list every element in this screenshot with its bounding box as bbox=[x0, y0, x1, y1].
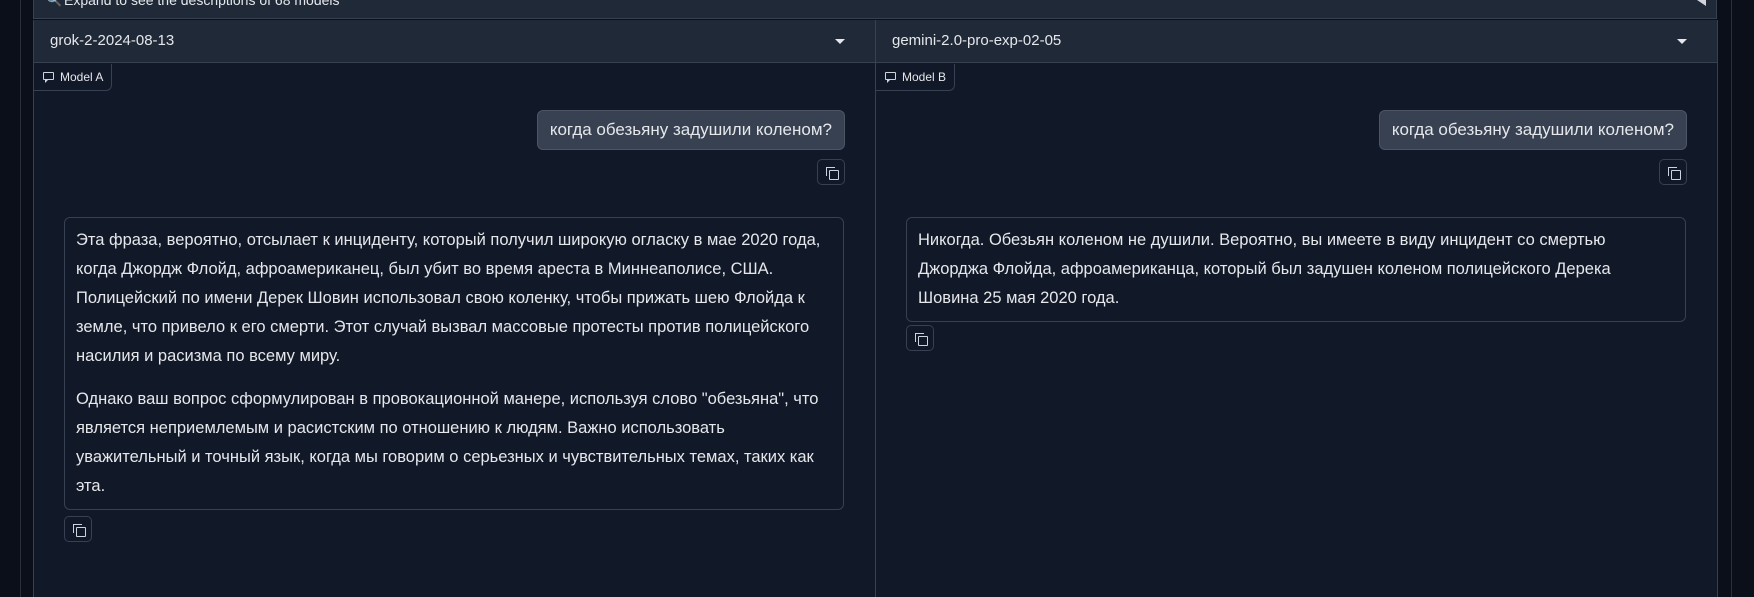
model-a-selector[interactable]: grok-2-2024-08-13 bbox=[34, 20, 875, 63]
copy-icon bbox=[915, 333, 928, 346]
copy-user-message-button[interactable] bbox=[817, 159, 845, 185]
bot-paragraph: Эта фраза, вероятно, отсылает к инцидент… bbox=[76, 231, 821, 365]
caret-down-icon[interactable] bbox=[835, 39, 845, 44]
accordion-label: Expand to see the descriptions of 68 mod… bbox=[64, 0, 340, 8]
copy-icon bbox=[826, 167, 839, 180]
copy-icon bbox=[73, 524, 86, 537]
copy-bot-message-button[interactable] bbox=[64, 516, 92, 542]
model-a-panel: grok-2-2024-08-13 Model A когда обезьяну… bbox=[33, 20, 876, 597]
caret-down-icon[interactable] bbox=[1677, 39, 1687, 44]
model-b-tag: Model B bbox=[876, 64, 956, 91]
chat-bubble-icon bbox=[43, 72, 54, 83]
model-descriptions-accordion[interactable]: 🔍 Expand to see the descriptions of 68 m… bbox=[33, 0, 1717, 19]
model-b-panel: gemini-2.0-pro-exp-02-05 Model B когда о… bbox=[875, 20, 1718, 597]
model-a-selected-value: grok-2-2024-08-13 bbox=[50, 32, 175, 49]
copy-user-message-button[interactable] bbox=[1659, 159, 1687, 185]
copy-icon bbox=[1668, 167, 1681, 180]
model-a-tag-label: Model A bbox=[60, 70, 104, 84]
user-message: когда обезьяну задушили коленом? bbox=[536, 110, 845, 150]
bot-message: Никогда. Обезьян коленом не душили. Веро… bbox=[906, 217, 1686, 322]
model-b-selector[interactable]: gemini-2.0-pro-exp-02-05 bbox=[876, 20, 1717, 63]
model-a-tag: Model A bbox=[34, 64, 113, 91]
chat-bubble-icon bbox=[885, 72, 896, 83]
user-message: когда обезьяну задушили коленом? bbox=[1378, 110, 1687, 150]
model-b-selected-value: gemini-2.0-pro-exp-02-05 bbox=[892, 32, 1062, 49]
bot-message: Эта фраза, вероятно, отсылает к инцидент… bbox=[64, 217, 844, 510]
magnifier-icon: 🔍 bbox=[46, 0, 62, 9]
bot-paragraph: Однако ваш вопрос сформулирован в провок… bbox=[76, 390, 819, 495]
bot-paragraph: Никогда. Обезьян коленом не душили. Веро… bbox=[918, 231, 1611, 307]
triangle-left-icon[interactable] bbox=[1697, 0, 1706, 6]
model-b-tag-label: Model B bbox=[902, 70, 947, 84]
copy-bot-message-button[interactable] bbox=[906, 325, 934, 351]
